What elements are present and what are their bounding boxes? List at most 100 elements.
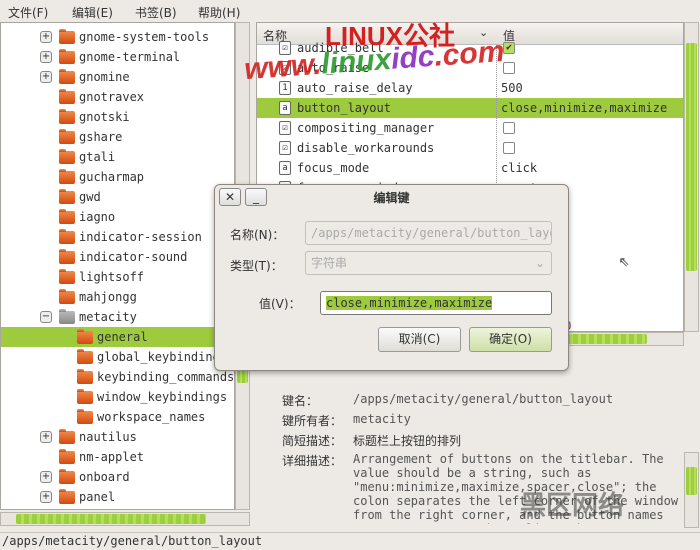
status-bar: /apps/metacity/general/button_layout [0, 532, 700, 550]
folder-icon [77, 369, 93, 384]
folder-icon [59, 269, 75, 284]
tree-item-label: keybinding_commands [97, 370, 235, 384]
tree-item-label: gwd [79, 190, 101, 204]
folder-icon [59, 489, 75, 504]
key-tree[interactable]: + gnome-system-tools + gnome-terminal + gnomi… [0, 22, 235, 510]
expand-icon[interactable]: + [40, 71, 52, 83]
folder-icon [59, 69, 75, 84]
tree-item[interactable]: gucharmap [1, 167, 234, 187]
value-input[interactable]: close,minimize,maximize [320, 291, 552, 315]
name-field[interactable]: /apps/metacity/general/button_layout [305, 221, 552, 245]
edit-key-dialog: ✕ _ 编辑键 名称(N)： /apps/metacity/general/bu… [214, 184, 569, 371]
folder-icon [59, 309, 75, 324]
tree-item[interactable]: + onboard [1, 467, 234, 487]
collapse-icon[interactable]: − [40, 311, 52, 323]
tree-item[interactable]: gnotski [1, 107, 234, 127]
tree-item[interactable]: gshare [1, 127, 234, 147]
short-desc-label: 简短描述： [282, 434, 343, 448]
folder-icon [59, 249, 75, 264]
mouse-cursor-icon: ⇖ [619, 250, 630, 271]
tree-item[interactable]: iagno [1, 207, 234, 227]
tree-item[interactable]: − metacity [1, 307, 234, 327]
tree-item-label: general [97, 330, 148, 344]
list-row[interactable]: a button_layout close,minimize,maximize [257, 98, 683, 118]
tree-item[interactable]: indicator-session [1, 227, 234, 247]
folder-icon [77, 349, 93, 364]
key-name: button_layout [297, 101, 391, 115]
tree-item[interactable]: window_keybindings [1, 387, 234, 407]
tree-item[interactable]: workspace_names [1, 407, 234, 427]
value-checkbox[interactable]: ✔ [503, 42, 515, 54]
desc-scrollbar[interactable] [684, 452, 699, 528]
key-name-value: /apps/metacity/general/button_layout [353, 392, 614, 406]
key-value[interactable]: click [501, 158, 537, 178]
key-owner-value: metacity [353, 412, 411, 426]
value-input-text: close,minimize,maximize [326, 296, 493, 310]
tree-item[interactable]: global_keybindings [1, 347, 234, 367]
name-label: 名称(N)： [230, 228, 285, 242]
value-checkbox[interactable] [503, 122, 515, 134]
tree-item[interactable]: indicator-sound [1, 247, 234, 267]
tree-item[interactable]: gnotravex [1, 87, 234, 107]
menu-file[interactable]: 文件(F) [8, 4, 48, 21]
list-scroll-thumb[interactable] [686, 43, 697, 271]
tree-item-label: gnome-terminal [79, 50, 181, 64]
tree-item[interactable]: + panel [1, 487, 234, 507]
expand-icon[interactable]: + [40, 491, 52, 503]
tree-item-label: gshare [79, 130, 123, 144]
folder-icon [59, 109, 75, 124]
menu-bookmarks[interactable]: 书签(B) [135, 4, 177, 21]
tree-item-label: panel [79, 490, 116, 504]
tree-item[interactable]: gtali [1, 147, 234, 167]
key-name: focus_mode [297, 161, 370, 175]
tree-item[interactable]: mahjongg [1, 287, 234, 307]
menu-help[interactable]: 帮助(H) [198, 4, 240, 21]
folder-icon [59, 89, 75, 104]
folder-icon [59, 229, 75, 244]
expand-icon[interactable]: + [40, 431, 52, 443]
list-row[interactable]: ☑ disable_workarounds [257, 138, 683, 158]
list-row[interactable]: a focus_mode click [257, 158, 683, 178]
tree-item[interactable]: nm-applet [1, 447, 234, 467]
desc-scroll-thumb[interactable] [686, 467, 697, 495]
tree-item[interactable]: + nautilus [1, 427, 234, 447]
chevron-down-icon: ⌄ [534, 256, 545, 270]
string-type-icon: a [279, 101, 291, 115]
tree-item[interactable]: gwd [1, 187, 234, 207]
key-name-label: 键名： [282, 394, 319, 408]
expand-icon[interactable]: + [40, 31, 52, 43]
value-checkbox[interactable] [503, 142, 515, 154]
tree-item-label: indicator-session [79, 230, 202, 244]
tree-item-label: lightsoff [79, 270, 145, 284]
tree-item-label: gucharmap [79, 170, 145, 184]
tree-item[interactable]: + gnome-terminal [1, 47, 234, 67]
tree-item[interactable]: general [1, 327, 234, 347]
tree-horizontal-scrollbar[interactable] [0, 512, 250, 526]
folder-icon [59, 469, 75, 484]
string-type-icon: a [279, 161, 291, 175]
key-value[interactable]: close,minimize,maximize [501, 98, 667, 118]
key-name: compositing_manager [297, 121, 435, 135]
tree-item-label: onboard [79, 470, 130, 484]
key-value[interactable]: 500 [501, 78, 523, 98]
expand-icon[interactable]: + [40, 471, 52, 483]
list-row[interactable]: ☑ compositing_manager [257, 118, 683, 138]
type-select[interactable]: 字符串 ⌄ [305, 251, 552, 275]
tree-item[interactable]: + gnome-system-tools [1, 27, 234, 47]
tree-item-label: gnotski [79, 110, 130, 124]
ok-button[interactable]: 确定(O) [469, 327, 552, 352]
tree-item[interactable]: lightsoff [1, 267, 234, 287]
folder-icon [59, 209, 75, 224]
menu-edit[interactable]: 编辑(E) [72, 4, 113, 21]
tree-item[interactable]: keybinding_commands [1, 367, 235, 387]
tree-hscroll-thumb[interactable] [16, 514, 206, 524]
bool-type-icon: ☑ [279, 121, 291, 135]
tree-item-label: gtali [79, 150, 116, 164]
cancel-button[interactable]: 取消(C) [378, 327, 461, 352]
list-vertical-scrollbar[interactable] [684, 22, 699, 332]
tree-item-label: global_keybindings [97, 350, 228, 364]
expand-icon[interactable]: + [40, 51, 52, 63]
tree-item[interactable]: + gnomine [1, 67, 234, 87]
tree-item-label: nm-applet [79, 450, 145, 464]
watermark-heiqu-logo: 黑区网络 [520, 491, 625, 521]
